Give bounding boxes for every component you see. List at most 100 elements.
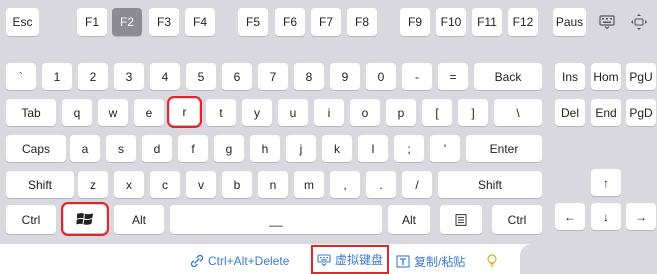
key-5[interactable]: 5 (186, 63, 216, 90)
key-4[interactable]: 4 (150, 63, 180, 90)
key-n[interactable]: n (258, 171, 288, 198)
key-b[interactable]: b (222, 171, 252, 198)
key-esc[interactable]: Esc (6, 8, 39, 36)
key-f6[interactable]: F6 (275, 8, 305, 36)
key-x[interactable]: x (114, 171, 144, 198)
key-backspace[interactable]: Back (474, 63, 542, 90)
key-windows[interactable] (61, 202, 109, 236)
key-d[interactable]: d (142, 135, 172, 162)
key-o[interactable]: o (350, 99, 380, 126)
key-f12[interactable]: F12 (508, 8, 538, 36)
key-f8[interactable]: F8 (347, 8, 377, 36)
key-v[interactable]: v (186, 171, 216, 198)
key-f10[interactable]: F10 (436, 8, 466, 36)
key-equals[interactable]: = (438, 63, 468, 90)
key-shift-left[interactable]: Shift (6, 171, 74, 198)
key-u[interactable]: u (278, 99, 308, 126)
key-pause[interactable]: Paus (553, 8, 586, 36)
virtual-keyboard-label: 虚拟键盘 (335, 253, 384, 267)
tips-button[interactable] (486, 248, 502, 274)
key-6[interactable]: 6 (222, 63, 252, 90)
key-f11[interactable]: F11 (472, 8, 502, 36)
key-e[interactable]: e (134, 99, 164, 126)
key-insert[interactable]: Ins (555, 63, 585, 90)
key-m[interactable]: m (294, 171, 324, 198)
key-backslash[interactable]: \ (494, 99, 542, 126)
key-arrow-right[interactable]: → (626, 203, 656, 230)
ctrl-alt-delete-button[interactable]: Ctrl+Alt+Delete (190, 248, 289, 274)
copy-paste-label: 复制/粘贴 (414, 254, 466, 269)
key-ctrl-right[interactable]: Ctrl (492, 205, 542, 234)
keyboard-icon (317, 253, 331, 266)
keyboard-settings-icon[interactable] (597, 12, 617, 32)
copy-paste-button[interactable]: 复制/粘贴 (396, 248, 465, 274)
key-caps[interactable]: Caps (6, 135, 66, 162)
key-j[interactable]: j (286, 135, 316, 162)
key-l[interactable]: l (358, 135, 388, 162)
key-3[interactable]: 3 (114, 63, 144, 90)
key-f9[interactable]: F9 (400, 8, 430, 36)
move-keyboard-icon[interactable] (628, 12, 650, 32)
key-a[interactable]: a (70, 135, 100, 162)
key-bracket-left[interactable]: [ (422, 99, 452, 126)
key-menu[interactable] (440, 205, 482, 234)
key-7[interactable]: 7 (258, 63, 288, 90)
key-comma[interactable]: , (330, 171, 360, 198)
key-z[interactable]: z (78, 171, 108, 198)
key-f2[interactable]: F2 (112, 8, 142, 36)
key-t[interactable]: t (206, 99, 236, 126)
key-pagedown[interactable]: PgD (626, 99, 656, 126)
menu-icon (455, 213, 467, 226)
toolbar-corner (520, 244, 657, 274)
lightbulb-icon (487, 254, 497, 267)
key-y[interactable]: y (242, 99, 272, 126)
virtual-keyboard: Esc F1 F2 F3 F4 F5 F6 F7 F8 F9 F10 F11 F… (0, 0, 657, 274)
windows-logo-icon (76, 213, 93, 225)
key-c[interactable]: c (150, 171, 180, 198)
key-pageup[interactable]: PgU (626, 63, 656, 90)
key-ctrl-left[interactable]: Ctrl (6, 205, 56, 234)
key-h[interactable]: h (250, 135, 280, 162)
key-w[interactable]: w (98, 99, 128, 126)
key-minus[interactable]: - (402, 63, 432, 90)
key-enter[interactable]: Enter (466, 135, 542, 162)
key-0[interactable]: 0 (366, 63, 396, 90)
key-end[interactable]: End (591, 99, 621, 126)
key-s[interactable]: s (106, 135, 136, 162)
key-f4[interactable]: F4 (185, 8, 215, 36)
key-semicolon[interactable]: ; (394, 135, 424, 162)
key-r[interactable]: r (167, 96, 202, 128)
key-bracket-right[interactable]: ] (458, 99, 488, 126)
key-f7[interactable]: F7 (311, 8, 341, 36)
key-arrow-left[interactable]: ← (555, 203, 585, 230)
key-f3[interactable]: F3 (149, 8, 179, 36)
key-alt-left[interactable]: Alt (114, 205, 164, 234)
key-home[interactable]: Hom (591, 63, 621, 90)
text-box-icon (396, 255, 410, 268)
key-alt-right[interactable]: Alt (388, 205, 430, 234)
key-9[interactable]: 9 (330, 63, 360, 90)
key-8[interactable]: 8 (294, 63, 324, 90)
key-i[interactable]: i (314, 99, 344, 126)
key-f[interactable]: f (178, 135, 208, 162)
key-f1[interactable]: F1 (77, 8, 107, 36)
key-1[interactable]: 1 (42, 63, 72, 90)
virtual-keyboard-button[interactable]: 虚拟键盘 (310, 245, 390, 274)
key-shift-right[interactable]: Shift (438, 171, 542, 198)
key-2[interactable]: 2 (78, 63, 108, 90)
key-q[interactable]: q (62, 99, 92, 126)
key-delete[interactable]: Del (555, 99, 585, 126)
key-arrow-up[interactable]: ↑ (591, 169, 621, 196)
key-k[interactable]: k (322, 135, 352, 162)
key-tab[interactable]: Tab (6, 99, 56, 126)
key-f5[interactable]: F5 (238, 8, 268, 36)
key-p[interactable]: p (386, 99, 416, 126)
key-period[interactable]: . (366, 171, 396, 198)
key-arrow-down[interactable]: ↓ (591, 203, 621, 230)
key-slash[interactable]: / (402, 171, 432, 198)
key-backtick[interactable]: ` (6, 63, 36, 90)
key-quote[interactable]: ' (430, 135, 460, 162)
key-g[interactable]: g (214, 135, 244, 162)
ctrl-alt-delete-label: Ctrl+Alt+Delete (208, 254, 290, 268)
key-space[interactable]: __ (170, 205, 382, 234)
